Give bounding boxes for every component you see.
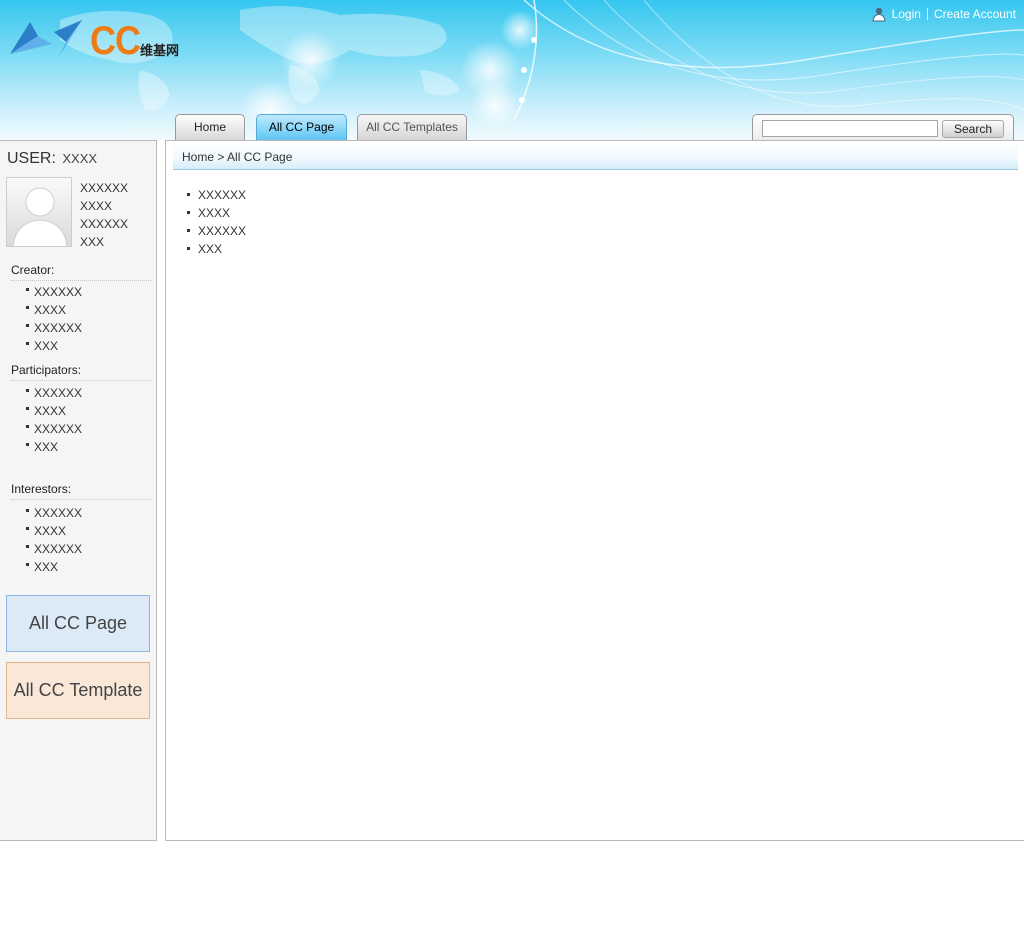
account-links: Login Create Account <box>871 6 1016 22</box>
link-separator <box>926 8 928 20</box>
list-item[interactable]: XXXXXX <box>187 186 246 204</box>
list-item[interactable]: XXXX <box>26 402 82 420</box>
create-account-link[interactable]: Create Account <box>934 7 1016 21</box>
list-item[interactable]: XXXXXX <box>26 420 82 438</box>
breadcrumb-bar: Home > All CC Page <box>173 143 1018 170</box>
user-info-line: XXXXXX <box>80 217 129 231</box>
user-info: XXXXXX XXXX XXXXXX XXX <box>80 179 128 251</box>
list-item[interactable]: XXXX <box>26 522 82 540</box>
user-info-line: XXXX <box>80 199 113 213</box>
creator-title: Creator: <box>11 263 151 281</box>
logo-subtitle: 维基网 <box>140 44 180 59</box>
tab-home[interactable]: Home <box>175 114 245 140</box>
user-info-line: XXXXXX <box>80 181 129 195</box>
avatar[interactable] <box>6 177 72 247</box>
list-item[interactable]: XXXXXX <box>26 384 82 402</box>
user-heading: USER: XXXX <box>7 150 97 168</box>
login-link[interactable]: Login <box>892 7 921 21</box>
all-cc-template-button[interactable]: All CC Template <box>6 662 150 719</box>
user-icon <box>871 7 886 22</box>
list-item[interactable]: XXXX <box>187 204 246 222</box>
tab-all-cc-templates[interactable]: All CC Templates <box>357 114 467 140</box>
content-list: XXXXXX XXXX XXXXXX XXX <box>187 186 246 258</box>
list-item[interactable]: XXXXXX <box>26 283 82 301</box>
all-cc-page-button[interactable]: All CC Page <box>6 595 150 652</box>
list-item[interactable]: XXXX <box>26 301 82 319</box>
search-input[interactable] <box>762 120 938 137</box>
search-bar: Search <box>752 114 1014 140</box>
breadcrumb: Home > All CC Page <box>182 150 293 164</box>
avatar-placeholder-icon <box>12 187 68 246</box>
list-item[interactable]: XXXXXX <box>26 504 82 522</box>
arrows-logo-icon <box>10 20 82 58</box>
list-item[interactable]: XXX <box>26 337 82 355</box>
user-info-line: XXX <box>80 235 105 249</box>
participators-list: XXXXXX XXXX XXXXXX XXX <box>26 384 82 456</box>
sidebar: USER: XXXX XXXXXX XXXX XXXXXX XXX Creato… <box>0 140 157 841</box>
user-name: XXXX <box>62 151 98 166</box>
participators-title: Participators: <box>11 363 151 381</box>
list-item[interactable]: XXX <box>187 240 246 258</box>
main-content: Home > All CC Page XXXXXX XXXX XXXXXX XX… <box>165 140 1024 841</box>
tab-all-cc-page[interactable]: All CC Page <box>256 114 347 140</box>
user-label: USER: <box>7 150 56 167</box>
creator-list: XXXXXX XXXX XXXXXX XXX <box>26 283 82 355</box>
logo-text: CC <box>90 17 141 63</box>
list-item[interactable]: XXXXXX <box>187 222 246 240</box>
list-item[interactable]: XXX <box>26 558 82 576</box>
list-item[interactable]: XXXXXX <box>26 540 82 558</box>
list-item[interactable]: XXXXXX <box>26 319 82 337</box>
search-button[interactable]: Search <box>942 120 1004 138</box>
interestors-list: XXXXXX XXXX XXXXXX XXX <box>26 504 82 576</box>
interestors-title: Interestors: <box>11 482 151 500</box>
list-item[interactable]: XXX <box>26 438 82 456</box>
